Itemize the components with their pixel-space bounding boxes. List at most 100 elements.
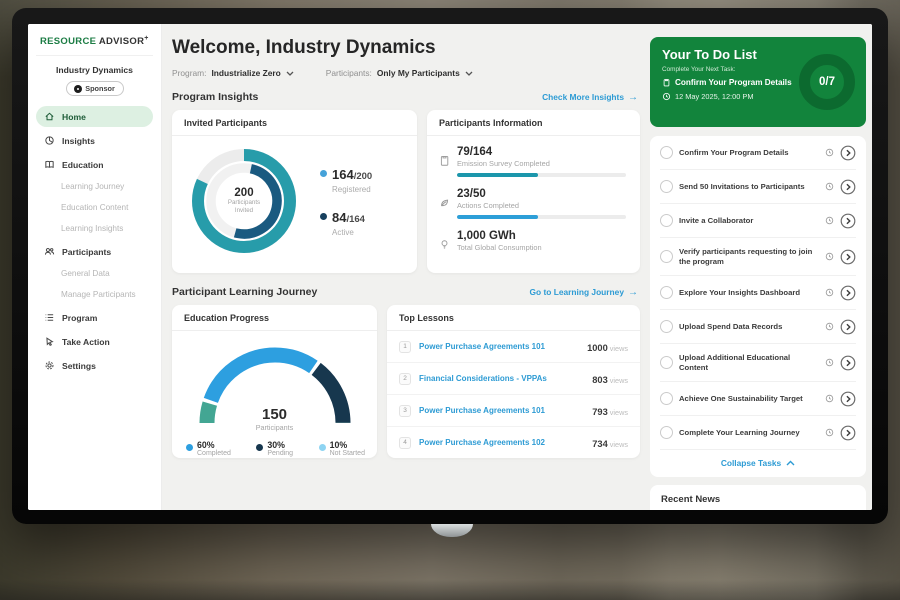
sidebar-item-manage-participants[interactable]: Manage Participants [36, 285, 153, 304]
book-icon [44, 159, 55, 170]
top-lessons-card: Top Lessons 1 Power Purchase Agreements … [387, 305, 640, 458]
task-row[interactable]: Complete Your Learning Journey [660, 416, 856, 450]
lesson-link[interactable]: Power Purchase Agreements 101 [419, 406, 584, 415]
legend-value: 164 [332, 167, 354, 182]
task-label: Explore Your Insights Dashboard [679, 288, 819, 298]
clock-icon [825, 148, 834, 157]
education-gauge-chart: 150 Participants [190, 337, 360, 434]
task-row[interactable]: Upload Additional Educational Content [660, 344, 856, 382]
task-checkbox[interactable] [660, 250, 673, 263]
task-checkbox[interactable] [660, 426, 673, 439]
task-row[interactable]: Invite a Collaborator [660, 204, 856, 238]
legend-dot [320, 213, 327, 220]
task-checkbox[interactable] [660, 286, 673, 299]
stage: RESOURCE ADVISOR+ Industry Dynamics Spon… [0, 0, 900, 600]
participants-dropdown[interactable]: Participants: Only My Participants [326, 68, 473, 78]
task-checkbox[interactable] [660, 214, 673, 227]
task-row[interactable]: Verify participants requesting to join t… [660, 238, 856, 276]
task-row[interactable]: Send 50 Invitations to Participants [660, 170, 856, 204]
sidebar-item-education[interactable]: Education [36, 154, 153, 175]
sidebar-item-education-content[interactable]: Education Content [36, 198, 153, 217]
task-checkbox[interactable] [660, 180, 673, 193]
sidebar-item-label: Insights [62, 136, 95, 146]
task-label: Achieve One Sustainability Target [679, 394, 819, 404]
task-row[interactable]: Confirm Your Program Details [660, 136, 856, 170]
lesson-row: 1 Power Purchase Agreements 101 1000view… [387, 331, 640, 363]
info-row-consumption: 1,000 GWh Total Global Consumption [439, 230, 626, 252]
sidebar-item-settings[interactable]: Settings [36, 355, 153, 376]
clock-icon [825, 288, 834, 297]
dashboard-screen: RESOURCE ADVISOR+ Industry Dynamics Spon… [28, 24, 872, 510]
todo-counter: 0/7 [819, 76, 835, 88]
chevron-right-circle-icon[interactable] [840, 425, 856, 441]
lesson-link[interactable]: Power Purchase Agreements 102 [419, 438, 584, 447]
sidebar-item-label: Home [62, 112, 86, 122]
chevron-right-circle-icon[interactable] [840, 355, 856, 371]
participants-information-card: Participants Information 79/164 Emission… [427, 110, 640, 273]
chevron-right-circle-icon[interactable] [840, 179, 856, 195]
sidebar-item-home[interactable]: Home [36, 106, 153, 127]
chevron-right-circle-icon[interactable] [840, 249, 856, 265]
sidebar-item-label: Education [62, 160, 104, 170]
donut-center-label: Participants [228, 199, 260, 207]
sidebar-item-insights[interactable]: Insights [36, 130, 153, 151]
check-more-insights-link[interactable]: Check More Insights → [542, 92, 638, 103]
task-checkbox[interactable] [660, 146, 673, 159]
todo-summary-card: Your To Do List Complete Your Next Task:… [650, 37, 866, 127]
sidebar: RESOURCE ADVISOR+ Industry Dynamics Spon… [28, 24, 162, 510]
lesson-link[interactable]: Power Purchase Agreements 101 [419, 342, 579, 351]
task-row[interactable]: Upload Spend Data Records [660, 310, 856, 344]
chevron-right-circle-icon[interactable] [840, 145, 856, 161]
participants-label: Participants: [326, 68, 372, 78]
legend-value: 60% [197, 440, 231, 450]
lesson-link[interactable]: Financial Considerations - VPPAs [419, 374, 584, 383]
legend-value: 84 [332, 210, 346, 225]
task-checkbox[interactable] [660, 356, 673, 369]
invited-donut-chart: 200 Participants Invited [188, 145, 300, 257]
sponsor-badge: Sponsor [66, 81, 124, 96]
link-label: Check More Insights [542, 92, 624, 102]
sidebar-item-learning-insights[interactable]: Learning Insights [36, 219, 153, 238]
donut-center-value: 200 [234, 187, 253, 199]
chevron-right-circle-icon[interactable] [840, 319, 856, 335]
task-label: Verify participants requesting to join t… [679, 247, 819, 267]
sidebar-item-label: Settings [62, 361, 96, 371]
chevron-right-circle-icon[interactable] [840, 391, 856, 407]
chevron-right-circle-icon[interactable] [840, 213, 856, 229]
sidebar-item-take-action[interactable]: Take Action [36, 331, 153, 352]
lesson-row: 4 Power Purchase Agreements 102 734views [387, 427, 640, 458]
task-row[interactable]: Achieve One Sustainability Target [660, 382, 856, 416]
go-to-learning-journey-link[interactable]: Go to Learning Journey → [530, 287, 638, 298]
legend-label: Completed [197, 450, 231, 457]
todo-tasks-card: Confirm Your Program Details Send 50 Inv… [650, 136, 866, 477]
sidebar-item-general-data[interactable]: General Data [36, 264, 153, 283]
sidebar-item-program[interactable]: Program [36, 307, 153, 328]
program-value: Industrialize Zero [211, 68, 280, 78]
clock-icon [825, 182, 834, 191]
clock-icon [825, 394, 834, 403]
collapse-label: Collapse Tasks [721, 458, 781, 468]
sponsor-label: Sponsor [85, 84, 115, 93]
legend-label: Not Started [330, 450, 365, 457]
collapse-tasks-link[interactable]: Collapse Tasks [660, 450, 856, 477]
clock-icon [662, 92, 671, 101]
task-checkbox[interactable] [660, 392, 673, 405]
todo-column: Your To Do List Complete Your Next Task:… [650, 37, 866, 510]
program-dropdown[interactable]: Program: Industrialize Zero [172, 68, 294, 78]
gear-icon [44, 360, 55, 371]
sidebar-item-learning-journey[interactable]: Learning Journey [36, 177, 153, 196]
sidebar-item-label: Take Action [62, 337, 110, 347]
legend-dot [186, 444, 193, 451]
chevron-right-circle-icon[interactable] [840, 285, 856, 301]
views-suffix: views [610, 440, 628, 449]
task-checkbox[interactable] [660, 320, 673, 333]
sidebar-item-participants[interactable]: Participants [36, 241, 153, 262]
legend-label: Pending [267, 450, 293, 457]
lesson-row: 2 Financial Considerations - VPPAs 803vi… [387, 363, 640, 395]
card-title: Education Progress [172, 305, 377, 331]
task-row[interactable]: Explore Your Insights Dashboard [660, 276, 856, 310]
main-area: Welcome, Industry Dynamics Program: Indu… [162, 24, 872, 510]
lesson-rank: 3 [399, 405, 411, 417]
app-logo: RESOURCE ADVISOR+ [36, 33, 153, 56]
legend-pending: 30%Pending [256, 440, 293, 457]
